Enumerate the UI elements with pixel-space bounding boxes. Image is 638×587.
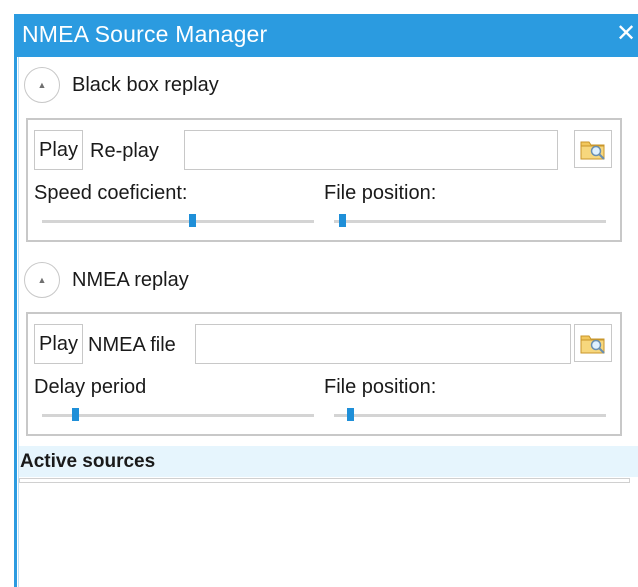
black-box-play-button[interactable]: Play: [34, 130, 83, 170]
slider-thumb[interactable]: [339, 214, 346, 227]
window-left-border: [14, 57, 17, 587]
speed-coefficient-slider[interactable]: [42, 214, 314, 228]
slider-thumb[interactable]: [189, 214, 196, 227]
black-box-replay-panel: Play Re-play Speed coeficient: File posi…: [26, 118, 622, 242]
nmea-file-position-label: File position:: [324, 376, 437, 398]
chevron-up-icon: ▲: [37, 80, 47, 90]
nmea-play-button[interactable]: Play: [34, 324, 83, 364]
nmea-replay-panel: Play NMEA file Delay period File positio…: [26, 312, 622, 436]
black-box-file-position-label: File position:: [324, 182, 437, 204]
black-box-browse-button[interactable]: [574, 130, 612, 168]
slider-track: [334, 220, 606, 223]
nmea-file-label: NMEA file: [88, 334, 176, 356]
slider-track: [42, 414, 314, 417]
nmea-collapse-button[interactable]: ▲: [24, 262, 60, 298]
chevron-up-icon: ▲: [37, 275, 47, 285]
active-sources-header: Active sources: [19, 446, 638, 477]
folder-search-icon: [580, 141, 605, 160]
delay-period-label: Delay period: [34, 376, 147, 398]
black-box-replay-expander: ▲ Black box replay: [24, 67, 219, 103]
nmea-file-input[interactable]: [195, 324, 571, 364]
folder-search-icon: [580, 335, 605, 354]
title-bar[interactable]: NMEA Source Manager ✕: [14, 14, 638, 57]
slider-track: [334, 414, 606, 417]
close-button[interactable]: ✕: [614, 17, 638, 51]
re-play-file-input[interactable]: [184, 130, 558, 170]
window-left-border-inner: [18, 57, 19, 587]
nmea-replay-header: NMEA replay: [72, 268, 189, 291]
slider-track: [42, 220, 314, 223]
nmea-file-position-slider[interactable]: [334, 408, 606, 422]
window-title: NMEA Source Manager: [22, 21, 268, 47]
black-box-replay-header: Black box replay: [72, 73, 219, 96]
black-box-file-position-slider[interactable]: [334, 214, 606, 228]
slider-thumb[interactable]: [72, 408, 79, 421]
nmea-source-manager-window: NMEA Source Manager ✕ ▲ Black box replay…: [0, 0, 638, 587]
nmea-replay-expander: ▲ NMEA replay: [24, 262, 189, 298]
black-box-collapse-button[interactable]: ▲: [24, 67, 60, 103]
slider-thumb[interactable]: [347, 408, 354, 421]
delay-period-slider[interactable]: [42, 408, 314, 422]
active-sources-list[interactable]: [19, 478, 630, 483]
re-play-label: Re-play: [90, 140, 159, 162]
nmea-browse-button[interactable]: [574, 324, 612, 362]
speed-coefficient-label: Speed coeficient:: [34, 182, 188, 204]
